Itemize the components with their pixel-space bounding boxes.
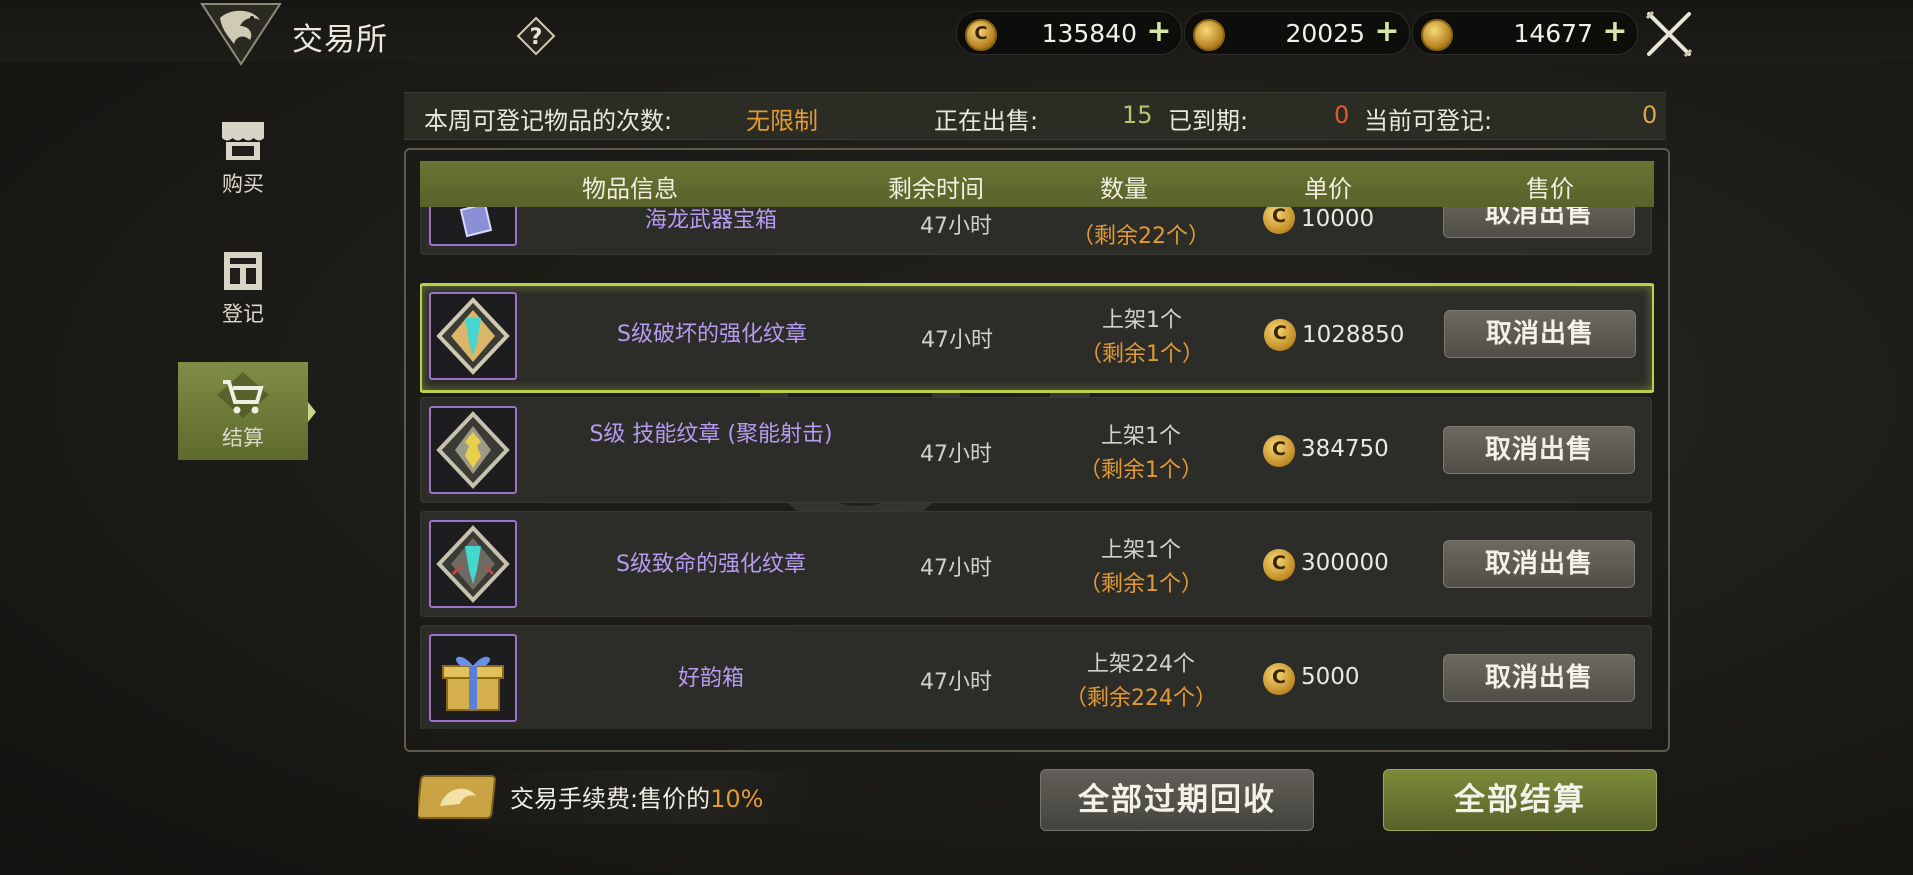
quantity-remaining: （剩余1个）	[1080, 342, 1204, 367]
register-icon	[224, 252, 262, 290]
gold-coin-icon	[1421, 19, 1453, 51]
quantity-listed: 上架1个	[1102, 308, 1182, 333]
selling-label: 正在出售:	[934, 107, 1039, 135]
selling-value: 15	[1122, 101, 1153, 129]
currency-value: 14677	[1513, 19, 1593, 48]
dragon-ticket-icon	[418, 775, 496, 819]
remaining-time: 47小时	[920, 214, 992, 239]
quantity-listed: 上架224个	[1087, 652, 1195, 677]
page-title: 交易所	[292, 22, 388, 58]
currency-value: 135840	[1041, 19, 1137, 48]
quantity-remaining: （剩余224个）	[1065, 686, 1217, 711]
expired-label: 已到期:	[1168, 107, 1249, 135]
lethal-emblem-icon	[429, 520, 517, 608]
column-header-quantity: 数量	[1100, 175, 1148, 203]
remaining-time: 47小时	[920, 556, 992, 581]
dragon-emblem-icon	[200, 3, 282, 66]
quantity-remaining: （剩余1个）	[1079, 458, 1203, 483]
column-header-unit-price: 单价	[1304, 175, 1352, 203]
c-coin-icon	[1263, 549, 1295, 581]
cancel-sale-button[interactable]: 取消出售	[1443, 540, 1635, 588]
remaining-time: 47小时	[921, 328, 993, 353]
sidebar-item-settle[interactable]: 结算	[178, 362, 308, 460]
remaining-time: 47小时	[920, 670, 992, 695]
currency-gold: 14677 +	[1412, 11, 1638, 55]
remaining-time: 47小时	[920, 442, 992, 467]
destruction-emblem-icon	[429, 292, 517, 380]
fee-percent: 10%	[710, 785, 764, 813]
crossed-swords-close-icon[interactable]	[1643, 8, 1695, 60]
recycle-all-expired-button[interactable]: 全部过期回收	[1040, 769, 1314, 831]
column-header-time: 剩余时间	[888, 175, 984, 203]
settle-all-button[interactable]: 全部结算	[1383, 769, 1657, 831]
gift-box-icon	[429, 634, 517, 722]
table-row[interactable]: 好韵箱 47小时 上架224个 （剩余224个） 5000 取消出售	[420, 625, 1652, 729]
item-name: 海龙武器宝箱	[644, 208, 777, 233]
expired-value: 0	[1334, 101, 1350, 129]
available-label: 当前可登记:	[1364, 107, 1493, 135]
unit-price: 300000	[1301, 550, 1389, 576]
item-name: S级 技能纹章 (聚能射击)	[589, 422, 833, 447]
cancel-sale-button[interactable]: 取消出售	[1443, 207, 1635, 238]
sidebar-item-label: 购买	[222, 172, 264, 196]
table-row[interactable]: S级 技能纹章 (聚能射击) 47小时 上架1个 （剩余1个） 384750 取…	[420, 397, 1652, 503]
c-coin-icon	[1264, 319, 1296, 351]
item-name: 好韵箱	[677, 666, 744, 691]
item-name: S级致命的强化纹章	[616, 552, 806, 577]
table-row[interactable]: S级破坏的强化纹章 47小时 上架1个 （剩余1个） 1028850 取消出售	[420, 283, 1654, 393]
available-value: 0	[1642, 101, 1658, 129]
quantity-remaining: （剩余22个）	[1072, 224, 1210, 249]
quantity-remaining: （剩余1个）	[1079, 572, 1203, 597]
column-header-sale-price: 售价	[1526, 175, 1574, 203]
quantity-listed: 上架1个	[1101, 424, 1181, 449]
add-currency-button[interactable]: +	[1373, 17, 1401, 47]
sidebar-item-buy[interactable]: 购买	[178, 110, 308, 206]
fee-label: 交易手续费:售价的	[510, 785, 711, 813]
table-row[interactable]: S级致命的强化纹章 47小时 上架1个 （剩余1个） 300000 取消出售	[420, 511, 1652, 617]
cancel-sale-button[interactable]: 取消出售	[1444, 310, 1636, 358]
add-currency-button[interactable]: +	[1601, 17, 1629, 47]
cancel-sale-button[interactable]: 取消出售	[1443, 654, 1635, 702]
unit-price: 1028850	[1302, 322, 1405, 348]
table-rows[interactable]: 海龙武器宝箱 47小时 （剩余22个） 10000 取消出售 S级破坏的强化纹章…	[420, 207, 1654, 729]
sidebar-item-label: 登记	[222, 302, 264, 326]
cancel-sale-button[interactable]: 取消出售	[1443, 426, 1635, 474]
active-indicator	[308, 402, 316, 422]
column-header-item: 物品信息	[582, 175, 678, 203]
skill-emblem-icon	[429, 406, 517, 494]
stats-bar: 本周可登记物品的次数: 无限制 正在出售: 15 已到期: 0 当前可登记: 0	[404, 92, 1666, 140]
gold-coin-stack-icon	[1193, 19, 1225, 51]
sidebar-item-register[interactable]: 登记	[178, 240, 308, 336]
c-coin-icon	[1263, 663, 1295, 695]
cart-icon	[217, 372, 269, 418]
currency-value: 20025	[1285, 19, 1365, 48]
weekly-limit-value: 无限制	[746, 107, 818, 135]
weapon-chest-icon	[429, 207, 517, 246]
currency-c-coin: 135840 +	[956, 11, 1182, 55]
table-header: 物品信息 剩余时间 数量 单价 售价	[420, 161, 1654, 207]
question-icon[interactable]: ?	[516, 16, 556, 56]
c-coin-icon	[1263, 207, 1295, 234]
currency-gold-stack: 20025 +	[1184, 11, 1410, 55]
shop-icon	[222, 122, 264, 160]
sidebar-item-label: 结算	[222, 426, 264, 450]
svg-text:?: ?	[530, 25, 543, 50]
c-coin-icon	[965, 19, 997, 51]
weekly-limit-label: 本周可登记物品的次数:	[424, 107, 673, 135]
item-name: S级破坏的强化纹章	[617, 322, 807, 347]
c-coin-icon	[1263, 435, 1295, 467]
fee-text: 交易手续费:售价的10%	[510, 779, 763, 814]
table-row[interactable]: 海龙武器宝箱 47小时 （剩余22个） 10000 取消出售	[420, 207, 1652, 255]
unit-price: 10000	[1301, 207, 1375, 232]
unit-price: 5000	[1301, 664, 1360, 690]
add-currency-button[interactable]: +	[1145, 17, 1173, 47]
quantity-listed: 上架1个	[1101, 538, 1181, 563]
unit-price: 384750	[1301, 436, 1389, 462]
